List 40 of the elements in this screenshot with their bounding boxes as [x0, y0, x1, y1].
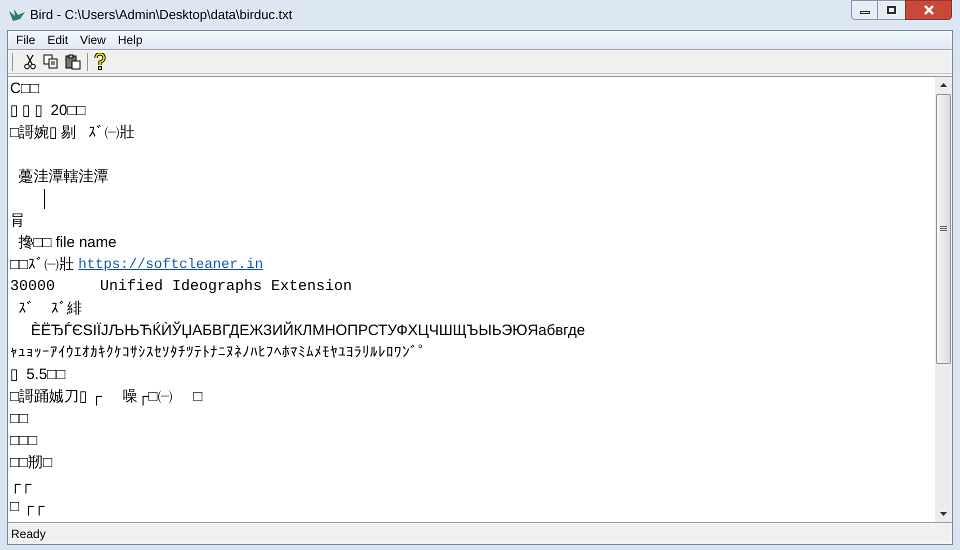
text-line: ▯ 5.5□□	[10, 365, 66, 385]
vertical-scrollbar[interactable]	[935, 77, 952, 522]
text-line: ｬｭｮｯｰｱｲｳｴｵｶｷｸｹｺｻｼｽｾｿﾀﾁﾂﾃﾄﾅﾆﾇﾈﾉﾊﾋﾌﾍﾎﾏﾐﾑﾒﾓﾔﾕﾖﾗﾘﾙﾚﾛﾜﾝﾞﾟ	[10, 343, 426, 363]
close-icon	[922, 5, 934, 15]
menu-item[interactable]: File	[10, 31, 42, 49]
url-link[interactable]: https://softcleaner.in	[78, 254, 264, 276]
maximize-icon	[887, 6, 896, 14]
text-line: ┌┌	[10, 475, 32, 496]
text-line: 搀□□ file name	[17, 233, 116, 253]
text-line: ÈËЂЃЄЅІЇЈЉЊЋЌЍЎЏАБВГДЕЖЗИЙКЛМНОПРСТУФХЦЧШЩЪЫЬЭЮЯабвгде	[30, 320, 586, 341]
text-line: □□剏□	[10, 453, 52, 473]
text-line: □□ｽﾞ㈠壯	[10, 255, 76, 275]
copy-icon[interactable]	[43, 54, 59, 69]
close-button[interactable]	[905, 0, 952, 20]
paste-icon[interactable]	[65, 54, 81, 70]
cut-icon[interactable]	[23, 54, 37, 70]
minimize-icon	[860, 10, 870, 14]
window-title: Bird - C:\Users\Admin\Desktop\data\birduc.txt	[30, 6, 292, 24]
text-line: □謌踊娍刀▯ ┌ 噪┌□㈠ □	[10, 387, 202, 408]
bird-icon	[8, 7, 26, 23]
maximize-button[interactable]	[878, 0, 905, 20]
text-line: □□	[10, 409, 28, 429]
text-line: ｽﾞ ｽﾞ緋	[17, 299, 82, 319]
status-text: Ready	[11, 526, 46, 542]
text-caret	[44, 189, 45, 209]
text-line: □□□	[10, 431, 38, 451]
text-line: 肙	[10, 211, 25, 231]
help-icon[interactable]	[94, 53, 106, 70]
menu-item[interactable]: Help	[112, 31, 149, 49]
menu-item[interactable]: Edit	[41, 31, 74, 49]
text-line: ▯ ▯ ▯ 20□□	[10, 101, 86, 121]
text-line: 躉洼潭轄洼潭	[17, 167, 108, 187]
grip-icon	[940, 226, 947, 232]
menu-item[interactable]: View	[74, 31, 112, 49]
text-line: □ ┌┌	[10, 497, 44, 518]
minimize-button[interactable]	[851, 0, 878, 20]
text-line: 30000 Unified Ideographs Extension	[10, 277, 352, 297]
text-line: □謌婉▯ 剔 ｽﾞ㈠壯	[10, 123, 135, 143]
text-line: C□□	[10, 79, 39, 99]
scrollbar-thumb[interactable]	[936, 94, 951, 364]
